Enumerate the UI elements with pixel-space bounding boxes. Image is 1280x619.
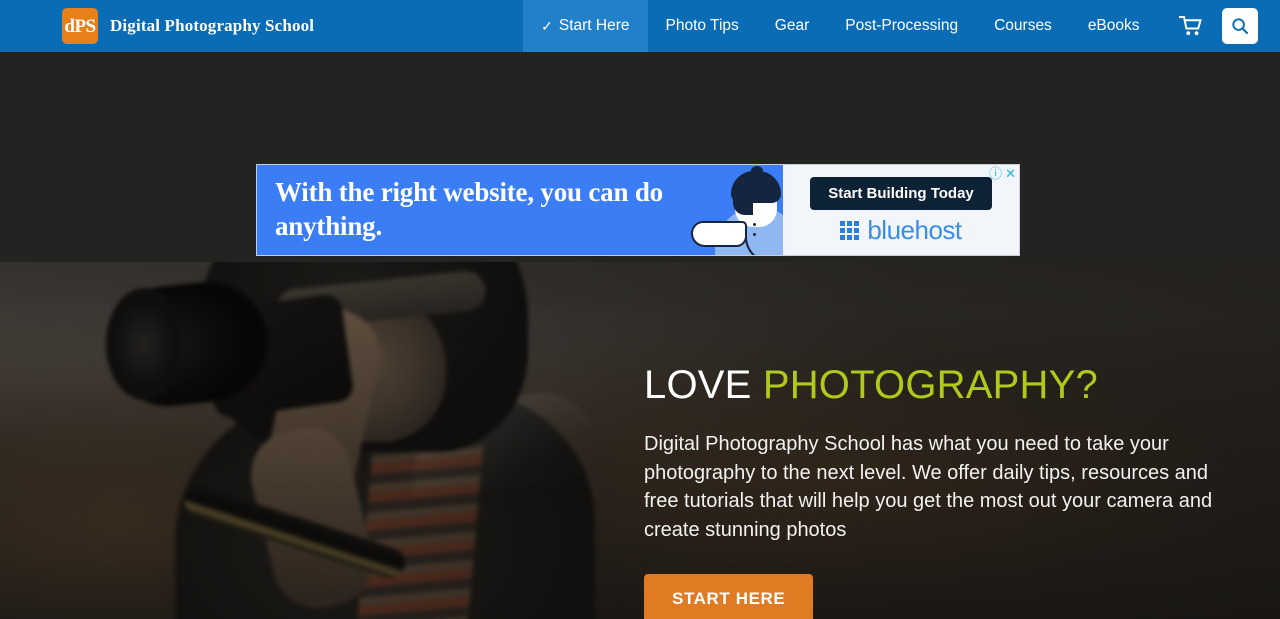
nav-item-start-here[interactable]: ✓ Start Here — [523, 0, 648, 52]
ad-close-icon[interactable]: ✕ — [1005, 167, 1016, 180]
bluehost-logo: bluehost — [840, 215, 962, 245]
ad-controls: ⓘ ✕ — [989, 167, 1016, 180]
nav-item-gear[interactable]: Gear — [757, 0, 827, 52]
hero-section: With the right website, you can do anyth… — [0, 52, 1280, 619]
nav-item-photo-tips[interactable]: Photo Tips — [648, 0, 757, 52]
hero-title-accent: PHOTOGRAPHY? — [762, 363, 1098, 407]
hero-copy-block: LOVE PHOTOGRAPHY? Digital Photography Sc… — [644, 362, 1224, 619]
hero-title: LOVE PHOTOGRAPHY? — [644, 362, 1224, 408]
bluehost-wordmark: bluehost — [867, 215, 962, 245]
top-navigation-bar: dPS Digital Photography School ✓ Start H… — [0, 0, 1280, 52]
cart-icon[interactable] — [1176, 11, 1206, 41]
person-shirt-outline — [745, 229, 785, 255]
nav-item-courses[interactable]: Courses — [976, 0, 1070, 52]
nav-item-label: Start Here — [558, 17, 630, 34]
brand-logo-link[interactable]: dPS Digital Photography School — [0, 0, 314, 52]
dps-logo-icon: dPS — [62, 8, 98, 44]
ad-cta-panel: Start Building Today bluehost — [783, 165, 1019, 255]
nav-utility-group — [1176, 0, 1258, 52]
person-shirt-buttons — [753, 223, 756, 226]
nav-item-label: Photo Tips — [665, 17, 739, 34]
hero-title-main: LOVE — [644, 363, 763, 407]
adchoices-info-icon[interactable]: ⓘ — [989, 167, 1002, 180]
nav-item-label: Post-Processing — [845, 17, 959, 34]
person-hair-tuft — [751, 166, 763, 175]
person-hair — [731, 171, 781, 203]
hero-description: Digital Photography School has what you … — [644, 433, 1213, 541]
search-button[interactable] — [1221, 8, 1258, 44]
nav-item-label: eBooks — [1087, 17, 1140, 34]
checkmark-icon: ✓ — [541, 17, 553, 34]
search-icon — [1231, 18, 1248, 35]
ad-cta-button[interactable]: Start Building Today — [810, 177, 992, 210]
start-here-button[interactable]: START HERE — [644, 574, 814, 619]
ad-headline: With the right website, you can do anyth… — [275, 177, 663, 241]
nav-item-label: Courses — [994, 17, 1052, 34]
person-hand — [691, 221, 747, 247]
bluehost-grid-icon — [840, 220, 860, 240]
nav-item-label: Gear — [774, 17, 810, 34]
nav-item-post-processing[interactable]: Post-Processing — [827, 0, 976, 52]
nav-links: ✓ Start Here Photo Tips Gear Post-Proces… — [523, 0, 1157, 52]
brand-name: Digital Photography School — [110, 16, 315, 35]
advertisement-banner[interactable]: With the right website, you can do anyth… — [256, 164, 1020, 256]
nav-item-ebooks[interactable]: eBooks — [1070, 0, 1158, 52]
